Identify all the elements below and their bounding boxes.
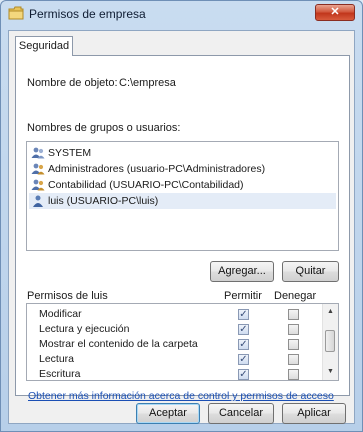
ok-button[interactable]: Aceptar — [136, 403, 200, 424]
list-item-label: luis (USUARIO-PC\luis) — [48, 195, 159, 207]
deny-checkbox[interactable] — [288, 369, 299, 380]
table-row: Lectura ✓ — [27, 352, 323, 367]
deny-column-header: Denegar — [274, 290, 317, 302]
permissions-dialog: Permisos de empresa ✕ Seguridad Nombre d… — [0, 0, 363, 432]
list-item-label: SYSTEM — [48, 147, 92, 159]
list-item[interactable]: Administradores (usuario-PC\Administrado… — [29, 161, 336, 177]
groups-list[interactable]: SYSTEM Administradores (usuario-PC\Admin… — [26, 141, 339, 251]
allow-checkbox[interactable]: ✓ — [238, 354, 249, 365]
list-item-label: Administradores (usuario-PC\Administrado… — [48, 163, 266, 175]
user-icon — [31, 195, 45, 207]
deny-checkbox[interactable] — [288, 339, 299, 350]
permission-name: Mostrar el contenido de la carpeta — [39, 338, 198, 350]
dialog-body: Seguridad Nombre de objeto: C:\empresa N… — [8, 30, 355, 424]
tab-security[interactable]: Seguridad — [15, 36, 73, 56]
list-item[interactable]: Contabilidad (USUARIO-PC\Contabilidad) — [29, 177, 336, 193]
window-title: Permisos de empresa — [29, 7, 146, 21]
deny-checkbox[interactable] — [288, 324, 299, 335]
table-row: Modificar ✓ — [27, 307, 323, 322]
table-row: Lectura y ejecución ✓ — [27, 322, 323, 337]
object-name-label: Nombre de objeto: — [27, 77, 118, 89]
users-group-icon — [31, 147, 45, 159]
remove-button[interactable]: Quitar — [282, 261, 339, 282]
close-button[interactable]: ✕ — [315, 4, 355, 21]
cancel-button[interactable]: Cancelar — [208, 403, 274, 424]
scroll-down-icon[interactable]: ▼ — [323, 364, 338, 380]
groups-label: Nombres de grupos o usuarios: — [27, 122, 181, 134]
list-item-label: Contabilidad (USUARIO-PC\Contabilidad) — [48, 179, 244, 191]
permissions-label: Permisos de luis — [27, 290, 108, 302]
scroll-thumb[interactable] — [325, 330, 335, 352]
allow-checkbox[interactable]: ✓ — [238, 339, 249, 350]
security-panel: Nombre de objeto: C:\empresa Nombres de … — [15, 55, 350, 402]
list-item[interactable]: SYSTEM — [29, 145, 336, 161]
permission-name: Lectura — [39, 353, 75, 365]
permissions-scrollbar[interactable]: ▲ ▼ — [322, 304, 338, 380]
access-control-help-link[interactable]: Obtener más información acerca de contro… — [28, 390, 334, 402]
list-item-selected[interactable]: luis (USUARIO-PC\luis) — [29, 193, 336, 209]
permission-name: Modificar — [39, 308, 82, 320]
table-row: Mostrar el contenido de la carpeta ✓ — [27, 337, 323, 352]
object-name-value: C:\empresa — [119, 77, 176, 89]
permissions-list[interactable]: Modificar ✓ Lectura y ejecución ✓ Mostra… — [26, 303, 339, 381]
deny-checkbox[interactable] — [288, 309, 299, 320]
apply-button[interactable]: Aplicar — [282, 403, 346, 424]
scroll-up-icon[interactable]: ▲ — [323, 304, 338, 320]
deny-checkbox[interactable] — [288, 354, 299, 365]
permission-name: Lectura y ejecución — [39, 323, 130, 335]
allow-checkbox[interactable]: ✓ — [238, 369, 249, 380]
users-group-icon — [31, 163, 45, 175]
add-button[interactable]: Agregar... — [210, 261, 274, 282]
allow-checkbox[interactable]: ✓ — [238, 309, 249, 320]
folder-icon — [8, 6, 24, 20]
close-icon: ✕ — [330, 6, 340, 18]
users-group-icon — [31, 179, 45, 191]
allow-checkbox[interactable]: ✓ — [238, 324, 249, 335]
allow-column-header: Permitir — [224, 290, 262, 302]
permission-name: Escritura — [39, 368, 81, 380]
title-bar[interactable]: Permisos de empresa ✕ — [1, 1, 362, 27]
table-row: Escritura ✓ — [27, 367, 323, 380]
